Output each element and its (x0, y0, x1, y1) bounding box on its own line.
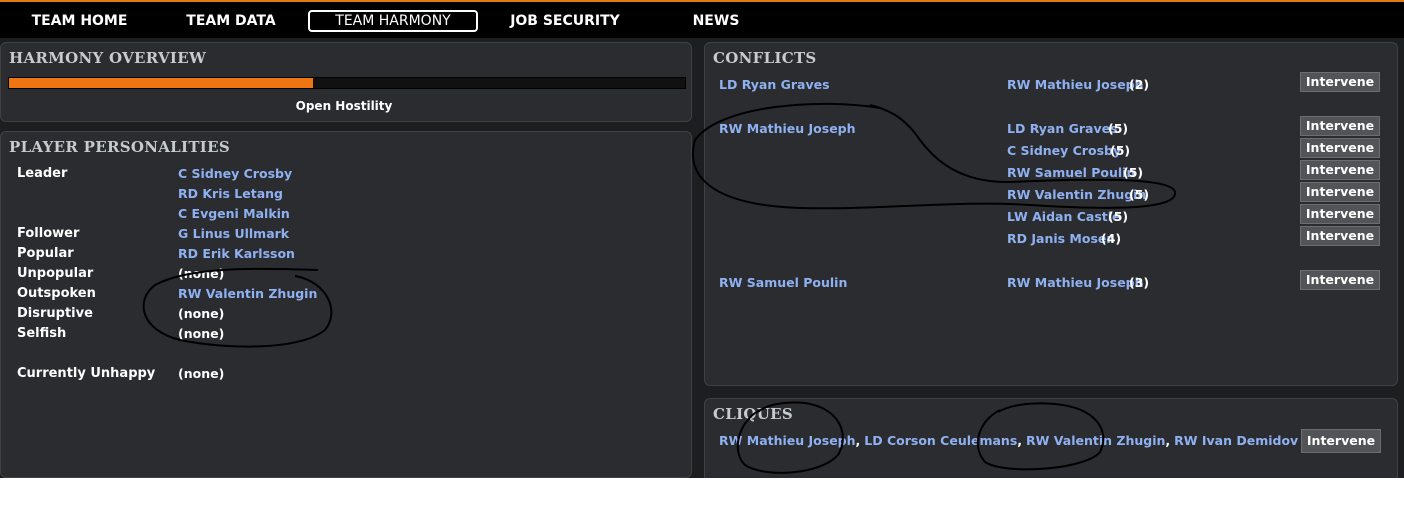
trait-follower-label: Follower (17, 226, 80, 241)
popular-player-link[interactable]: RD Erik Karlsson (178, 246, 295, 261)
cliques-title: CLIQUES (713, 405, 794, 423)
intervene-button[interactable]: Intervene (1300, 204, 1380, 224)
clique-intervene-button[interactable]: Intervene (1301, 429, 1381, 453)
conflict-player-link[interactable]: LD Ryan Graves (719, 77, 830, 92)
tab-team-data[interactable]: TEAM DATA (175, 10, 287, 32)
harmony-overview-panel: HARMONY OVERVIEW Open Hostility (0, 42, 692, 122)
clique-member-link[interactable]: RW Ivan Demidov (1174, 433, 1298, 448)
conflict-count: (5) (1108, 209, 1129, 224)
clique-separator: , (1165, 433, 1171, 448)
clique-separator: , (855, 433, 861, 448)
harmony-bar (8, 77, 686, 89)
conflict-opponent-link[interactable]: RD Janis Moser (1007, 231, 1113, 246)
conflict-opponent-link[interactable]: RW Valentin Zhugin (1007, 187, 1146, 202)
tab-job-security[interactable]: JOB SECURITY (500, 10, 630, 32)
conflict-opponent-link[interactable]: RW Samuel Poulin (1007, 165, 1135, 180)
leader-player-link[interactable]: RD Kris Letang (178, 186, 283, 201)
outspoken-player-link[interactable]: RW Valentin Zhugin (178, 286, 317, 301)
intervene-button[interactable]: Intervene (1300, 270, 1380, 290)
trait-selfish-label: Selfish (17, 326, 67, 341)
cliques-panel: CLIQUES RW Mathieu Joseph, LD Corson Ceu… (704, 398, 1398, 478)
conflict-opponent-link[interactable]: C Sidney Crosby (1007, 143, 1121, 158)
player-personalities-panel: PLAYER PERSONALITIES Leader C Sidney Cro… (0, 131, 692, 478)
intervene-button[interactable]: Intervene (1300, 226, 1380, 246)
trait-unhappy-label: Currently Unhappy (17, 366, 156, 381)
conflict-player-link[interactable]: RW Samuel Poulin (719, 275, 847, 290)
conflict-opponent-link[interactable]: LD Ryan Graves (1007, 121, 1118, 136)
intervene-button[interactable]: Intervene (1300, 116, 1380, 136)
conflicts-title: CONFLICTS (713, 49, 817, 67)
follower-player-link[interactable]: G Linus Ullmark (178, 226, 289, 241)
clique-members: RW Mathieu Joseph, LD Corson Ceulemans, … (719, 433, 1298, 448)
tab-team-harmony[interactable]: TEAM HARMONY (308, 10, 478, 32)
conflict-count: (5) (1123, 165, 1144, 180)
clique-separator: , (1017, 433, 1023, 448)
harmony-bar-fill (9, 78, 314, 88)
team-harmony-screen: TEAM HOME TEAM DATA TEAM HARMONY JOB SEC… (0, 0, 1404, 478)
conflict-count: (5) (1108, 121, 1129, 136)
conflict-count: (2) (1129, 77, 1150, 92)
trait-disruptive-label: Disruptive (17, 306, 93, 321)
conflict-opponent-link[interactable]: LW Aidan Castle (1007, 209, 1121, 224)
conflict-count: (3) (1129, 275, 1150, 290)
harmony-status: Open Hostility (295, 99, 393, 113)
player-personalities-title: PLAYER PERSONALITIES (9, 138, 230, 156)
conflict-opponent-link[interactable]: RW Mathieu Joseph (1007, 77, 1144, 92)
disruptive-value: (none) (178, 306, 225, 321)
conflict-player-link[interactable]: RW Mathieu Joseph (719, 121, 856, 136)
intervene-button[interactable]: Intervene (1300, 160, 1380, 180)
conflict-count: (5) (1129, 187, 1150, 202)
conflicts-panel: CONFLICTS LD Ryan Graves RW Mathieu Jose… (704, 42, 1398, 386)
unhappy-value: (none) (178, 366, 225, 381)
leader-player-link[interactable]: C Evgeni Malkin (178, 206, 290, 221)
tab-team-home[interactable]: TEAM HOME (22, 10, 137, 32)
trait-unpopular-label: Unpopular (17, 266, 94, 281)
leader-player-link[interactable]: C Sidney Crosby (178, 166, 292, 181)
trait-popular-label: Popular (17, 246, 74, 261)
intervene-button[interactable]: Intervene (1300, 182, 1380, 202)
trait-outspoken-label: Outspoken (17, 286, 96, 301)
clique-member-link[interactable]: RW Valentin Zhugin (1026, 433, 1165, 448)
intervene-button[interactable]: Intervene (1300, 138, 1380, 158)
conflict-count: (5) (1110, 143, 1131, 158)
selfish-value: (none) (178, 326, 225, 341)
clique-member-link[interactable]: RW Mathieu Joseph (719, 433, 856, 448)
unpopular-value: (none) (178, 266, 225, 281)
intervene-button[interactable]: Intervene (1300, 72, 1380, 92)
top-nav-bar: TEAM HOME TEAM DATA TEAM HARMONY JOB SEC… (0, 0, 1404, 38)
tab-news[interactable]: NEWS (680, 10, 752, 32)
trait-leader-label: Leader (17, 166, 68, 181)
harmony-overview-title: HARMONY OVERVIEW (9, 49, 207, 67)
clique-member-link[interactable]: LD Corson Ceulemans (864, 433, 1017, 448)
conflict-opponent-link[interactable]: RW Mathieu Joseph (1007, 275, 1144, 290)
conflict-count: (4) (1101, 231, 1122, 246)
